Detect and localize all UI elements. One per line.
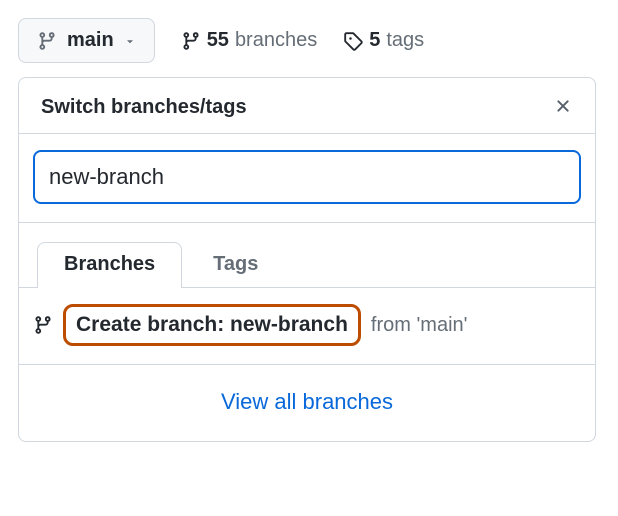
create-branch-from: from 'main': [371, 314, 468, 337]
view-all-section: View all branches: [19, 365, 595, 441]
popover-tabs: Branches Tags: [19, 223, 595, 288]
create-branch-label: Create branch: new-branch: [63, 304, 361, 346]
branch-switcher-popover: Switch branches/tags Branches Tags Creat…: [18, 77, 596, 442]
tab-tags[interactable]: Tags: [186, 242, 285, 288]
git-branch-icon: [33, 315, 53, 335]
popover-title: Switch branches/tags: [41, 96, 247, 119]
git-branch-icon: [37, 31, 57, 51]
view-all-branches-link[interactable]: View all branches: [221, 389, 393, 414]
close-icon: [553, 96, 573, 116]
close-button[interactable]: [549, 92, 577, 123]
tags-count: 5: [369, 29, 380, 52]
create-branch-item[interactable]: Create branch: new-branch from 'main': [19, 288, 595, 365]
tags-label: tags: [386, 29, 424, 52]
branches-label: branches: [235, 29, 317, 52]
tab-tags-label: Tags: [213, 253, 258, 275]
caret-down-icon: [124, 35, 136, 47]
tag-icon: [343, 31, 363, 51]
branch-selector-label: main: [67, 29, 114, 52]
branch-selector-button[interactable]: main: [18, 18, 155, 63]
tab-branches[interactable]: Branches: [37, 242, 182, 288]
search-section: [19, 134, 595, 223]
branch-search-input[interactable]: [33, 150, 581, 204]
branches-count: 55: [207, 29, 229, 52]
tab-branches-label: Branches: [64, 253, 155, 275]
repo-toolbar: main 55 branches 5 tags: [18, 18, 600, 63]
popover-header: Switch branches/tags: [19, 78, 595, 134]
git-branch-icon: [181, 31, 201, 51]
tags-link[interactable]: 5 tags: [343, 29, 424, 52]
branches-link[interactable]: 55 branches: [181, 29, 318, 52]
